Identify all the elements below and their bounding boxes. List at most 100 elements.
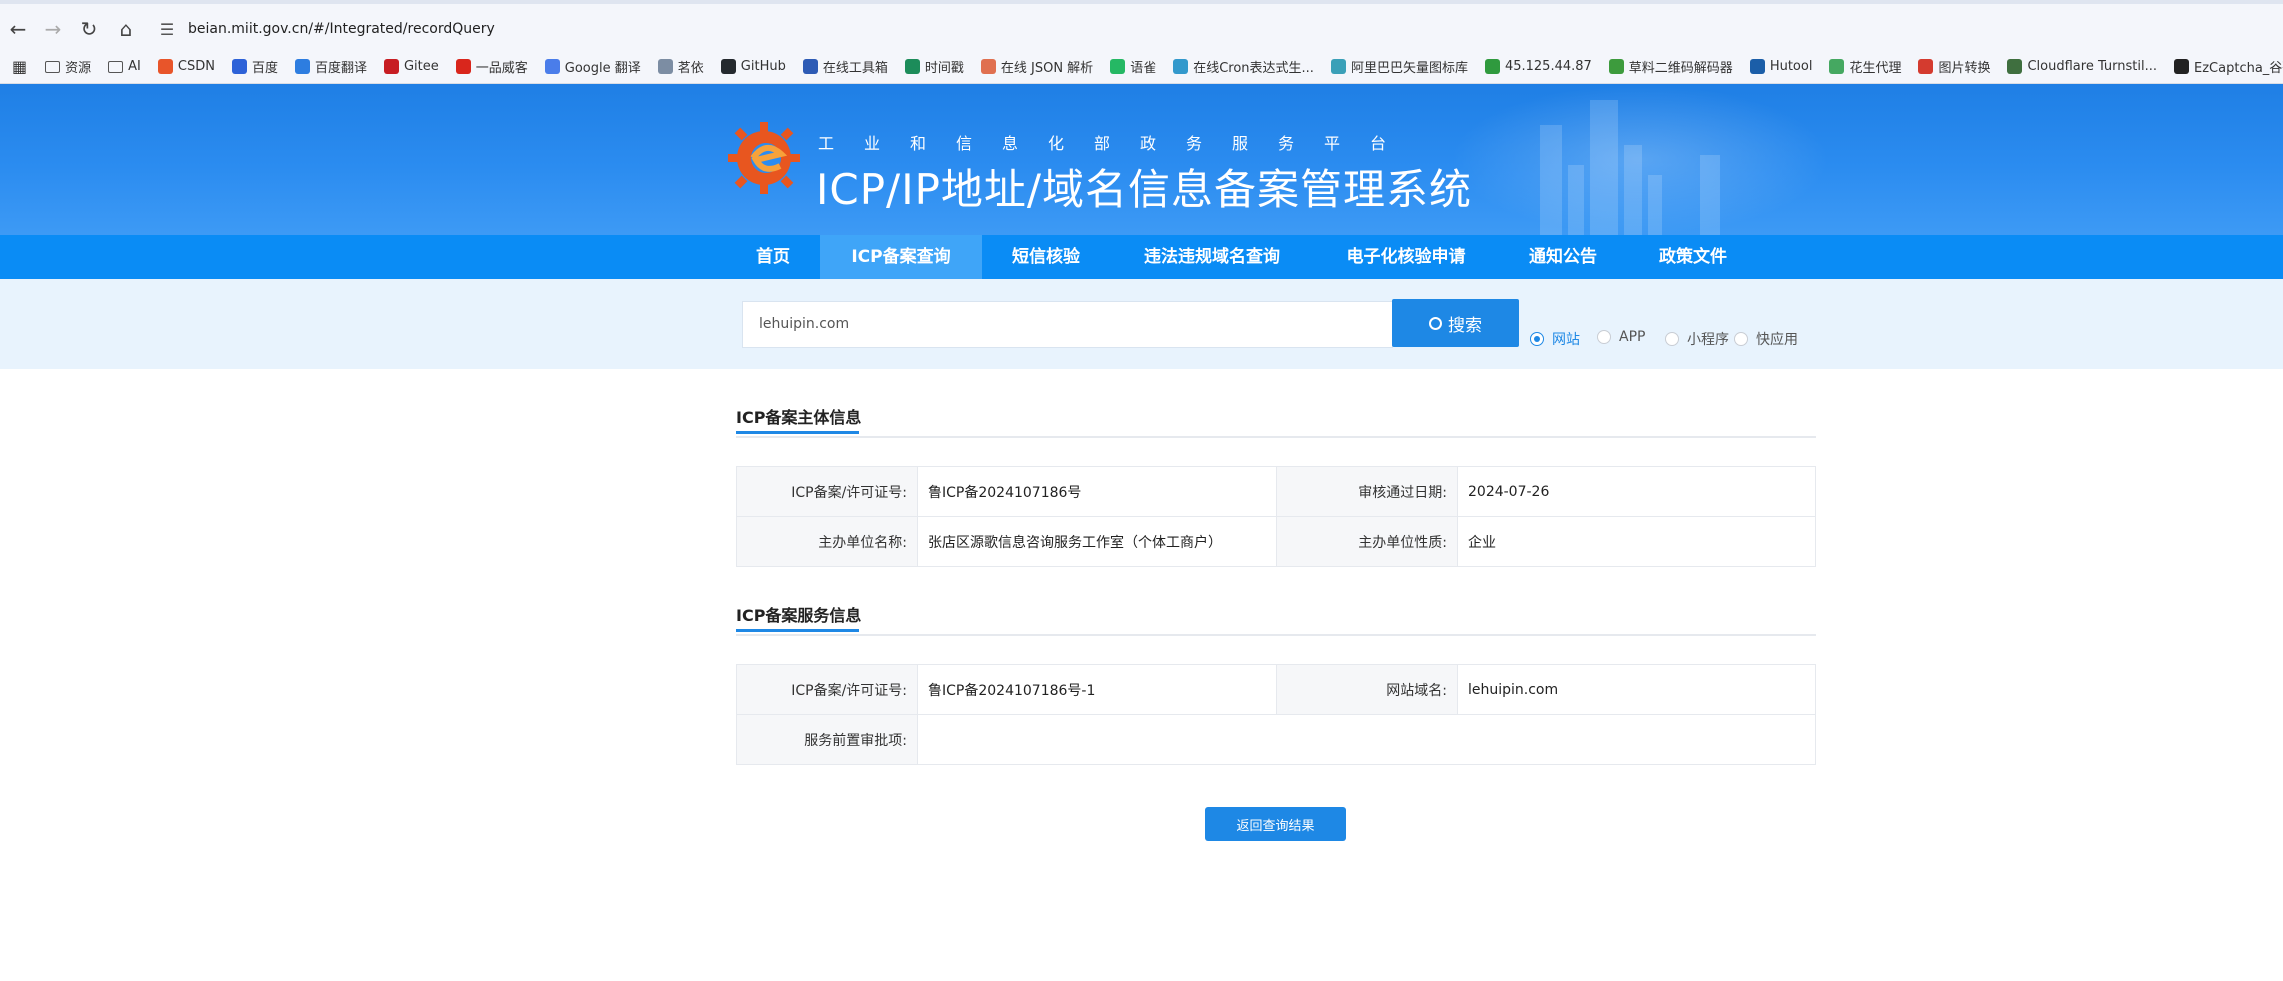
search-input[interactable]: lehuipin.com bbox=[742, 301, 1393, 348]
radio-website[interactable]: 网站 bbox=[1530, 329, 1580, 349]
service-info-title: ICP备案服务信息 bbox=[736, 606, 862, 625]
nav-item-policy[interactable]: 政策文件 bbox=[1648, 235, 1738, 279]
search-button[interactable]: 搜索 bbox=[1392, 299, 1519, 347]
back-to-results-button[interactable]: 返回查询结果 bbox=[1205, 807, 1346, 841]
bookmark-item[interactable]: CSDN bbox=[157, 59, 215, 74]
radio-miniprogram[interactable]: 小程序 bbox=[1665, 329, 1729, 349]
bookmark-item[interactable]: Cloudflare Turnstil... bbox=[2007, 59, 2157, 74]
bookmark-item[interactable]: 百度 bbox=[231, 57, 278, 76]
bookmark-label: GitHub bbox=[740, 59, 786, 74]
radio-website-label: 网站 bbox=[1552, 332, 1580, 348]
bookmark-label: Cloudflare Turnstil... bbox=[2027, 59, 2158, 74]
nav-item-illegal-domain[interactable]: 违法违规域名查询 bbox=[1130, 235, 1294, 279]
nav-item-icp-query[interactable]: ICP备案查询 bbox=[820, 235, 982, 279]
bookmark-label: AI bbox=[128, 59, 141, 74]
bookmark-favicon-icon bbox=[1484, 59, 1500, 74]
bookmark-item[interactable]: Hutool bbox=[1749, 59, 1813, 74]
bookmark-item[interactable]: 在线 JSON 解析 bbox=[980, 57, 1094, 76]
radio-miniprogram-label: 小程序 bbox=[1687, 332, 1729, 348]
bookmark-label: Hutool bbox=[1769, 59, 1813, 74]
radio-unchecked-icon[interactable] bbox=[1665, 332, 1679, 346]
bookmark-label: 语雀 bbox=[1130, 61, 1157, 76]
radio-quickapp[interactable]: 快应用 bbox=[1734, 329, 1798, 349]
folder-icon bbox=[45, 60, 61, 73]
bookmark-item[interactable]: 在线Cron表达式生... bbox=[1173, 57, 1314, 76]
bookmark-item[interactable]: 在线工具箱 bbox=[802, 57, 888, 76]
bookmark-label: 在线 JSON 解析 bbox=[1000, 61, 1094, 76]
bookmark-favicon-icon bbox=[544, 59, 560, 74]
bookmark-item[interactable]: 草料二维码解码器 bbox=[1608, 57, 1733, 76]
reload-icon[interactable]: ↻ bbox=[74, 14, 104, 44]
bookmark-label: 时间戳 bbox=[924, 61, 964, 76]
subject-license-label: ICP备案/许可证号: bbox=[736, 466, 918, 517]
nav-item-e-verify[interactable]: 电子化核验申请 bbox=[1328, 235, 1484, 279]
bookmark-favicon-icon bbox=[1173, 59, 1189, 74]
bookmark-item[interactable]: Google 翻译 bbox=[544, 57, 641, 76]
bookmark-favicon-icon bbox=[1110, 59, 1126, 74]
org-nature-label: 主办单位性质: bbox=[1276, 516, 1458, 567]
table-row: 主办单位名称: 张店区源歌信息咨询服务工作室（个体工商户） 主办单位性质: 企业 bbox=[736, 516, 1816, 567]
bookmark-item[interactable]: 花生代理 bbox=[1829, 57, 1901, 76]
radio-app-label: APP bbox=[1619, 329, 1646, 345]
bookmark-favicon-icon bbox=[1829, 59, 1845, 74]
preapproval-label: 服务前置审批项: bbox=[736, 714, 918, 765]
bookmark-item[interactable]: 阿里巴巴矢量图标库 bbox=[1330, 57, 1468, 76]
folder-icon bbox=[108, 60, 124, 73]
bookmark-label: Google 翻译 bbox=[564, 61, 641, 76]
radio-unchecked-icon[interactable] bbox=[1597, 330, 1611, 344]
url-text: beian.miit.gov.cn/#/Integrated/recordQue… bbox=[188, 21, 495, 37]
radio-checked-icon[interactable] bbox=[1530, 332, 1544, 346]
table-row: ICP备案/许可证号: 鲁ICP备2024107186号 审核通过日期: 202… bbox=[736, 466, 1816, 517]
nav-item-sms-verify[interactable]: 短信核验 bbox=[994, 235, 1098, 279]
bookmark-item[interactable]: AI bbox=[108, 59, 141, 74]
search-strip: lehuipin.com 搜索 网站 APP 小程序 快应用 bbox=[0, 279, 2283, 369]
bookmark-item[interactable]: Gitee bbox=[383, 59, 439, 74]
bookmark-label: 茗依 bbox=[677, 61, 704, 76]
search-button-label: 搜索 bbox=[1448, 315, 1482, 336]
main-nav: 首页 ICP备案查询 短信核验 违法违规域名查询 电子化核验申请 通知公告 政策… bbox=[0, 235, 2283, 279]
subject-license-value: 鲁ICP备2024107186号 bbox=[917, 466, 1277, 517]
forward-arrow-icon[interactable]: → bbox=[38, 14, 68, 44]
url-field[interactable]: ☰ beian.miit.gov.cn/#/Integrated/recordQ… bbox=[152, 13, 2283, 45]
bookmark-label: 百度翻译 bbox=[314, 61, 367, 76]
bookmark-favicon-icon bbox=[1918, 59, 1934, 74]
bookmark-item[interactable]: 一品威客 bbox=[455, 57, 528, 76]
bookmark-favicon-icon bbox=[657, 59, 673, 74]
search-icon bbox=[1429, 316, 1442, 330]
radio-unchecked-icon[interactable] bbox=[1734, 332, 1748, 346]
bookmark-item[interactable]: 图片转换 bbox=[1918, 57, 1990, 76]
bookmark-favicon-icon bbox=[157, 59, 173, 74]
table-row: ICP备案/许可证号: 鲁ICP备2024107186号-1 网站域名: leh… bbox=[736, 664, 1816, 715]
bookmark-item[interactable]: GitHub bbox=[720, 59, 786, 74]
site-settings-icon[interactable]: ☰ bbox=[152, 14, 182, 44]
nav-item-home[interactable]: 首页 bbox=[740, 235, 806, 279]
bookmark-label: Gitee bbox=[403, 59, 439, 74]
bookmark-item[interactable]: 资源 bbox=[45, 57, 91, 76]
bookmark-favicon-icon bbox=[294, 59, 310, 74]
bookmark-item[interactable]: 语雀 bbox=[1110, 57, 1156, 76]
back-arrow-icon[interactable]: ← bbox=[3, 14, 33, 44]
preapproval-value bbox=[917, 714, 1816, 765]
home-icon[interactable]: ⌂ bbox=[111, 14, 141, 44]
bookmark-item[interactable]: 百度翻译 bbox=[294, 57, 367, 76]
org-nature-value: 企业 bbox=[1457, 516, 1816, 567]
bookmark-item[interactable]: 茗依 bbox=[657, 57, 704, 76]
browser-address-bar: ← → ↻ ⌂ ☰ beian.miit.gov.cn/#/Integrated… bbox=[0, 0, 2283, 50]
bookmark-label: 资源 bbox=[65, 61, 92, 76]
apps-grid-icon[interactable]: ▦ bbox=[12, 57, 27, 76]
bookmark-favicon-icon bbox=[231, 59, 247, 74]
radio-app[interactable]: APP bbox=[1597, 329, 1645, 345]
bookmark-label: 45.125.44.87 bbox=[1504, 59, 1592, 74]
bookmark-label: CSDN bbox=[177, 59, 215, 74]
bookmark-item[interactable]: EzCaptcha_谷歌验... bbox=[2174, 57, 2283, 76]
bookmark-item[interactable]: 45.125.44.87 bbox=[1484, 59, 1592, 74]
gear-logo-icon bbox=[728, 122, 800, 194]
bookmark-label: 在线Cron表达式生... bbox=[1193, 61, 1314, 76]
site-banner: 工业和信息化部政务服务平台 ICP/IP地址/域名信息备案管理系统 bbox=[0, 84, 2283, 235]
bookmark-favicon-icon bbox=[802, 59, 818, 74]
nav-item-notices[interactable]: 通知公告 bbox=[1514, 235, 1612, 279]
domain-label: 网站域名: bbox=[1276, 664, 1458, 715]
bookmarks-bar: ▦ 资源 AI CSDN 百度 百度翻译 Gitee 一品威客 Google 翻译 茗依 GitH… bbox=[0, 50, 2283, 84]
bookmark-item[interactable]: 时间戳 bbox=[904, 57, 964, 76]
approve-date-label: 审核通过日期: bbox=[1276, 466, 1458, 517]
